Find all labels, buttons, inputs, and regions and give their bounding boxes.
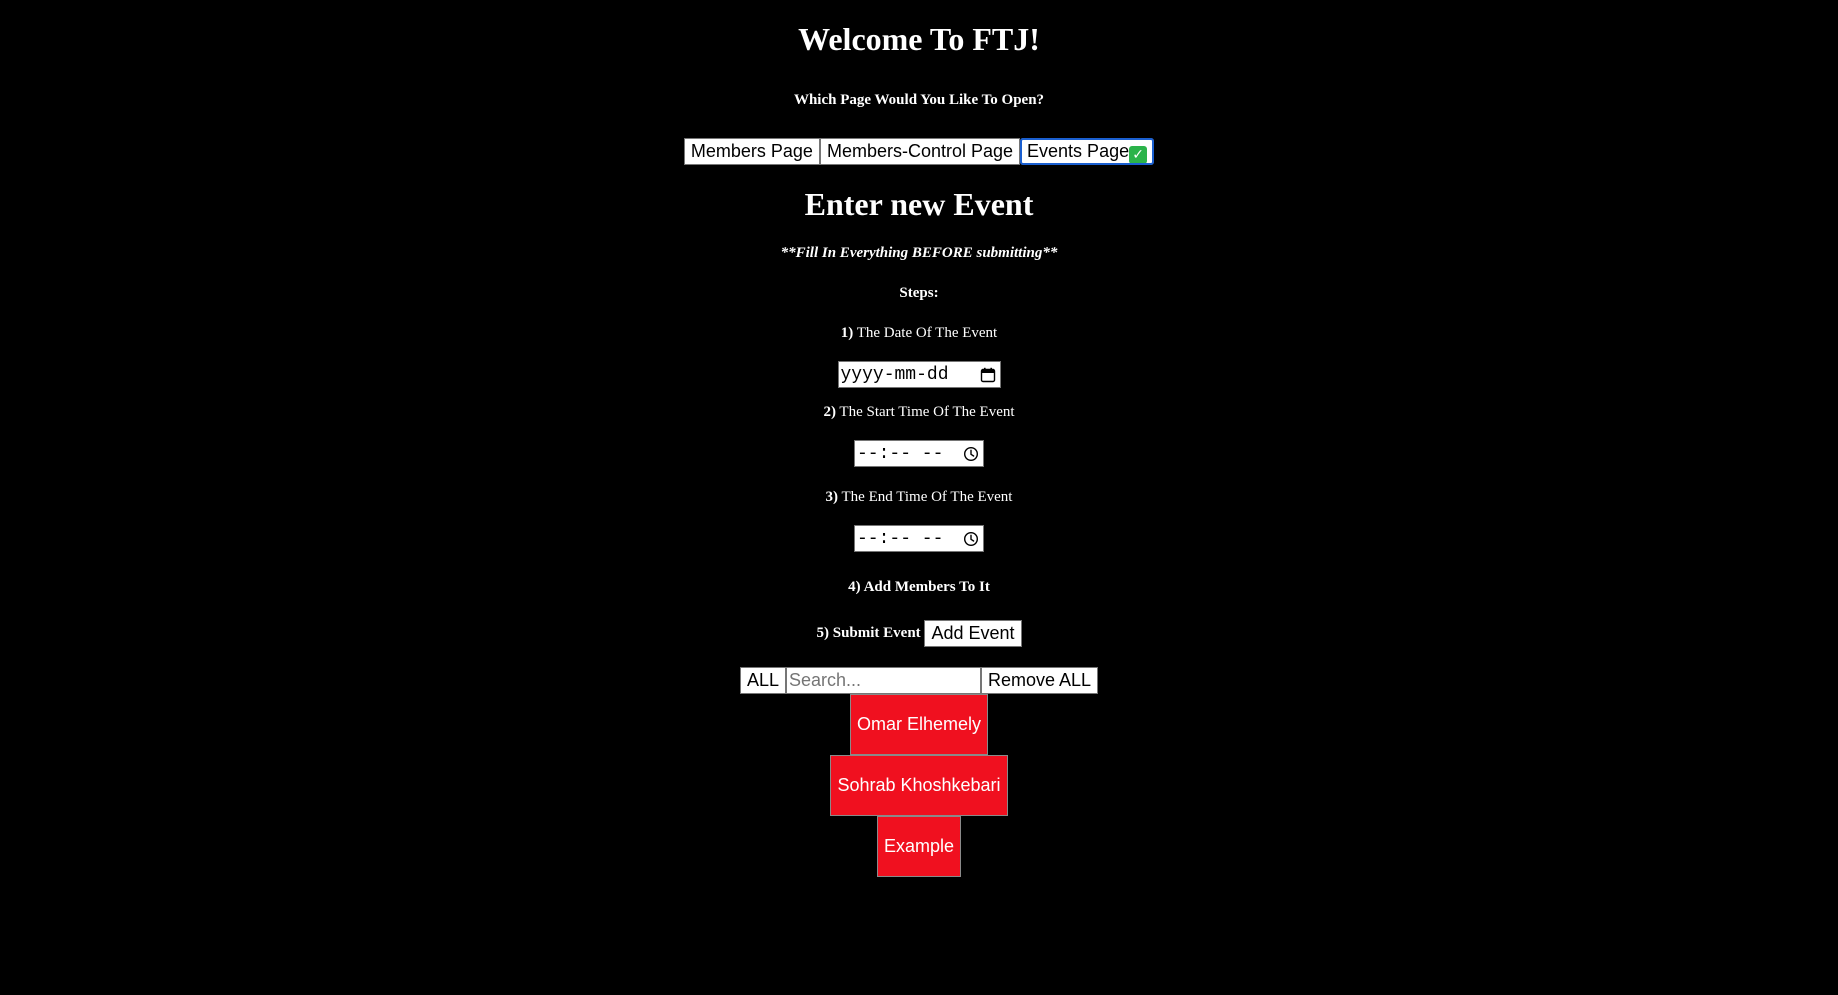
member-search-input[interactable] <box>785 667 981 694</box>
page: Welcome To FTJ! Which Page Would You Lik… <box>0 0 1838 877</box>
step-text: The Date Of The Event <box>853 325 998 341</box>
step-number: 2) <box>823 404 836 420</box>
date-row: yyyy-mm-dd <box>0 361 1838 388</box>
step-number: 3) <box>825 489 839 505</box>
step-date-label: 1) The Date Of The Event <box>0 323 1838 343</box>
end-time-input[interactable]: --:-- -- <box>854 525 984 552</box>
page-nav: Members Page Members-Control Page Events… <box>683 138 1155 165</box>
submit-row: 5) Submit Event Add Event <box>0 620 1838 648</box>
date-placeholder: yyyy-mm-dd <box>840 365 949 385</box>
page-subtitle: Which Page Would You Like To Open? <box>793 92 1045 108</box>
form-note: **Fill In Everything BEFORE submitting** <box>780 245 1058 261</box>
steps-title: Steps: <box>899 285 939 301</box>
remove-all-button[interactable]: Remove ALL <box>980 667 1099 694</box>
events-page-button[interactable]: Events Page ✓ <box>1020 138 1155 165</box>
event-date-input[interactable]: yyyy-mm-dd <box>837 361 1001 388</box>
add-event-button[interactable]: Add Event <box>924 620 1022 648</box>
member-button[interactable]: Sohrab Khoshkebari <box>830 755 1008 816</box>
member-controls: ALL Remove ALL <box>739 667 1099 694</box>
end-time-row: --:-- -- <box>0 525 1838 552</box>
member-list: Omar Elhemely Sohrab Khoshkebari Example <box>0 694 1838 877</box>
check-mark-icon: ✓ <box>1129 146 1148 164</box>
time-placeholder: --:-- -- <box>857 444 944 464</box>
time-placeholder: --:-- -- <box>857 529 944 549</box>
start-time-input[interactable]: --:-- -- <box>854 440 984 467</box>
clock-icon[interactable] <box>963 446 979 462</box>
members-page-button[interactable]: Members Page <box>683 138 820 165</box>
clock-icon[interactable] <box>963 531 979 547</box>
member-button[interactable]: Omar Elhemely <box>849 694 989 755</box>
form-title: Enter new Event <box>804 186 1034 222</box>
members-control-page-button[interactable]: Members-Control Page <box>819 138 1021 165</box>
select-all-button[interactable]: ALL <box>739 667 786 694</box>
page-title: Welcome To FTJ! <box>798 21 1040 57</box>
start-time-row: --:-- -- <box>0 440 1838 467</box>
step-submit-label: 5) Submit Event <box>816 625 921 641</box>
step-end-time-label: 3) The End Time Of The Event <box>0 487 1838 507</box>
member-button[interactable]: Example <box>876 816 962 877</box>
step-text: The Start Time Of The Event <box>835 404 1015 420</box>
step-start-time-label: 2) The Start Time Of The Event <box>0 402 1838 422</box>
step-text: The End Time Of The Event <box>838 489 1013 505</box>
step-add-members-label: 4) Add Members To It <box>848 579 990 595</box>
step-number: 1) <box>840 325 854 341</box>
events-page-label: Events Page <box>1027 141 1130 161</box>
calendar-icon[interactable] <box>980 367 996 383</box>
